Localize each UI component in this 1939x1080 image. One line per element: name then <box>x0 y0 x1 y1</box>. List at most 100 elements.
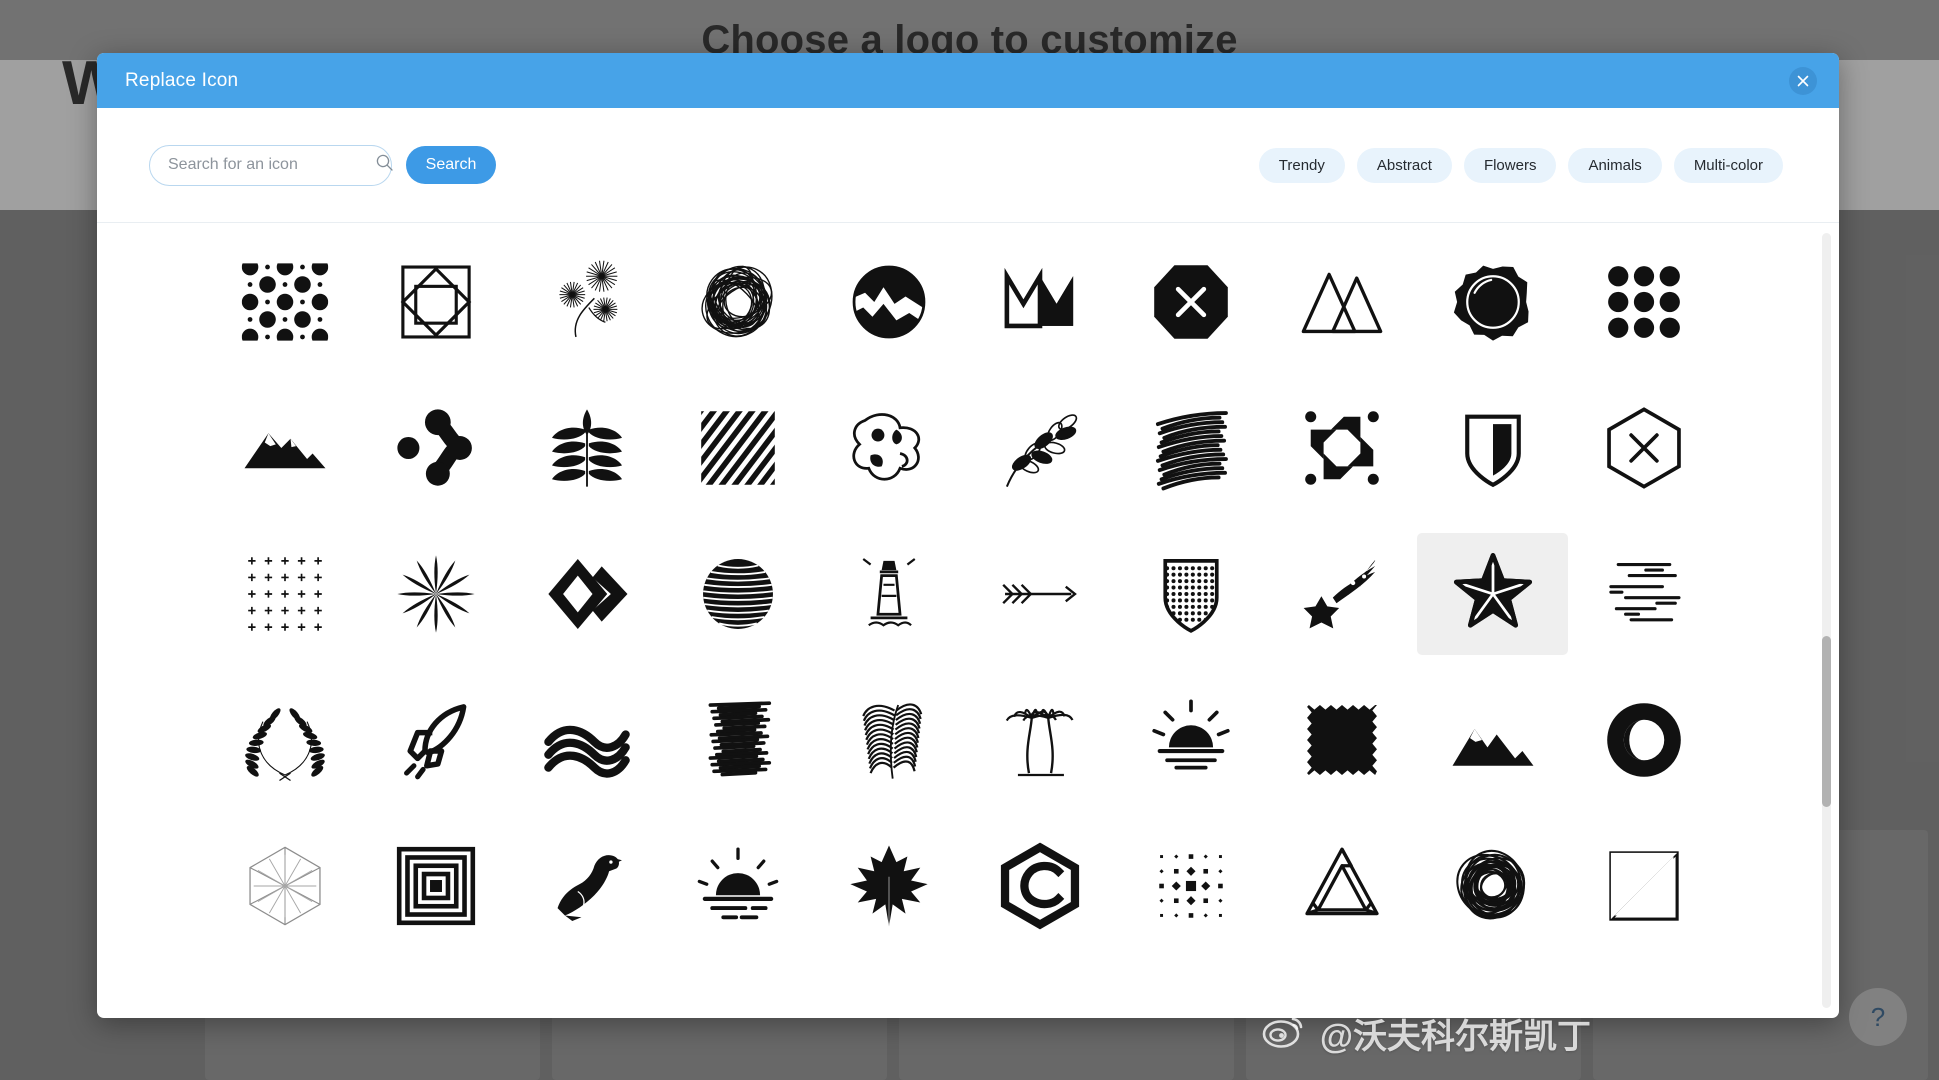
search-field[interactable] <box>149 144 393 186</box>
icon-cell-speed-lines[interactable] <box>1568 533 1719 655</box>
molecule-node-icon <box>390 402 482 494</box>
hexagon-cross-icon <box>1598 402 1690 494</box>
icon-cell-double-diamond-chevron[interactable] <box>511 533 662 655</box>
icon-cell-wave-swoosh[interactable] <box>511 679 662 801</box>
search-area: Search <box>149 144 496 186</box>
chip-abstract[interactable]: Abstract <box>1356 147 1452 183</box>
icon-cell-shooting-star[interactable] <box>1266 533 1417 655</box>
icon-cell-sunset[interactable] <box>662 825 813 947</box>
mountain-silhouette-icon <box>239 402 331 494</box>
dialog-toolbar: Search Trendy Abstract Flowers Animals M… <box>97 108 1839 223</box>
chip-flowers[interactable]: Flowers <box>1463 147 1557 183</box>
icon-cell-torn-square-block[interactable] <box>1266 679 1417 801</box>
icon-cell-abstract-blob-doodle[interactable] <box>813 387 964 509</box>
icon-cell-crown[interactable] <box>964 241 1115 363</box>
search-input[interactable] <box>168 156 375 174</box>
icon-cell-dot-pattern[interactable] <box>209 241 360 363</box>
icon-cell-striped-sphere[interactable] <box>662 533 813 655</box>
icon-cell-hatch-scribble[interactable] <box>1115 387 1266 509</box>
dialog-header: Replace Icon <box>97 53 1839 108</box>
wave-swoosh-icon <box>541 694 633 786</box>
brush-scribble-icon <box>692 694 784 786</box>
double-diamond-chevron-icon <box>541 548 633 640</box>
icon-cell-sunburst-horizon[interactable] <box>1115 679 1266 801</box>
search-button[interactable]: Search <box>406 146 496 184</box>
icon-cell-hexagon-cross[interactable] <box>1568 387 1719 509</box>
icon-cell-circle-landscape[interactable] <box>813 241 964 363</box>
chip-multi-color[interactable]: Multi-color <box>1673 147 1783 183</box>
icon-cell-triple-chevron-arrow[interactable] <box>964 533 1115 655</box>
nautical-star-icon <box>1447 548 1539 640</box>
icon-cell-mountain-range[interactable] <box>1417 679 1568 801</box>
icon-cell-dot-matrix[interactable] <box>1115 825 1266 947</box>
maple-leaf-icon <box>843 840 935 932</box>
octagon-cross-icon <box>1145 256 1237 348</box>
hatch-scribble-icon <box>1145 402 1237 494</box>
icon-cell-shield-split[interactable] <box>1417 387 1568 509</box>
icon-cell-plus-grid[interactable] <box>209 533 360 655</box>
icon-cell-nested-square-diamond[interactable] <box>360 241 511 363</box>
category-chip-list: Trendy Abstract Flowers Animals Multi-co… <box>1258 147 1783 183</box>
icon-cell-hexagon-web[interactable] <box>209 825 360 947</box>
help-button[interactable]: ? <box>1849 988 1907 1046</box>
icon-cell-scribble-ball[interactable] <box>662 241 813 363</box>
striped-sphere-icon <box>692 548 784 640</box>
shooting-star-icon <box>1296 548 1388 640</box>
palm-trees-icon <box>994 694 1086 786</box>
diagonal-stripes-icon <box>692 402 784 494</box>
icon-cell-hexagon-c-monogram[interactable] <box>964 825 1115 947</box>
scrollbar-thumb[interactable] <box>1822 636 1831 807</box>
icon-cell-rocket[interactable] <box>360 679 511 801</box>
icon-cell-eagle[interactable] <box>511 825 662 947</box>
icon-cell-nine-dot-grid[interactable] <box>1568 241 1719 363</box>
icon-cell-split-square[interactable] <box>1568 825 1719 947</box>
dotted-shield-icon <box>1145 548 1237 640</box>
icon-cell-ink-blob-circle[interactable] <box>1417 241 1568 363</box>
palm-frond-icon <box>843 694 935 786</box>
icon-cell-palm-trees[interactable] <box>964 679 1115 801</box>
icon-cell-molecule-node[interactable] <box>360 387 511 509</box>
botanical-branch-icon <box>994 402 1086 494</box>
icon-cell-starburst-bloom[interactable] <box>360 533 511 655</box>
icon-cell-dotted-shield[interactable] <box>1115 533 1266 655</box>
chip-trendy[interactable]: Trendy <box>1258 147 1345 183</box>
icon-cell-diagonal-stripes[interactable] <box>662 387 813 509</box>
icon-cell-maple-leaf[interactable] <box>813 825 964 947</box>
chip-animals[interactable]: Animals <box>1568 147 1662 183</box>
rocket-icon <box>390 694 482 786</box>
icon-cell-nautical-star[interactable] <box>1417 533 1568 655</box>
sunburst-horizon-icon <box>1145 694 1237 786</box>
nine-dot-grid-icon <box>1598 256 1690 348</box>
shield-split-icon <box>1447 402 1539 494</box>
scrollbar-track[interactable] <box>1822 233 1831 1008</box>
icon-cell-daisy-sprig[interactable] <box>511 241 662 363</box>
plus-grid-icon <box>239 548 331 640</box>
icon-cell-double-triangle-mountain[interactable] <box>1266 241 1417 363</box>
icon-cell-penrose-triangle[interactable] <box>1266 825 1417 947</box>
icon-cell-lighthouse[interactable] <box>813 533 964 655</box>
icon-cell-circle-crescent[interactable] <box>1568 679 1719 801</box>
icon-cell-scribble-circle[interactable] <box>1417 825 1568 947</box>
daisy-sprig-icon <box>541 256 633 348</box>
penrose-triangle-icon <box>1296 840 1388 932</box>
abstract-blob-doodle-icon <box>843 402 935 494</box>
sunset-icon <box>692 840 784 932</box>
icon-cell-concentric-squares[interactable] <box>360 825 511 947</box>
icon-cell-botanical-branch[interactable] <box>964 387 1115 509</box>
icon-grid <box>97 241 1839 947</box>
close-icon[interactable] <box>1789 66 1817 95</box>
replace-icon-dialog: Replace Icon Search Trendy Abstract <box>97 53 1839 1018</box>
scribble-ball-icon <box>692 256 784 348</box>
hexagon-web-icon <box>239 840 331 932</box>
split-square-icon <box>1598 840 1690 932</box>
icon-cell-laurel-wreath[interactable] <box>209 679 360 801</box>
icon-cell-pinwheel-arrows[interactable] <box>1266 387 1417 509</box>
concentric-squares-icon <box>390 840 482 932</box>
mountain-range-icon <box>1447 694 1539 786</box>
speed-lines-icon <box>1598 548 1690 640</box>
icon-cell-octagon-cross[interactable] <box>1115 241 1266 363</box>
icon-cell-brush-scribble[interactable] <box>662 679 813 801</box>
icon-cell-palm-frond[interactable] <box>813 679 964 801</box>
icon-cell-mountain-silhouette[interactable] <box>209 387 360 509</box>
icon-cell-compound-leaf[interactable] <box>511 387 662 509</box>
